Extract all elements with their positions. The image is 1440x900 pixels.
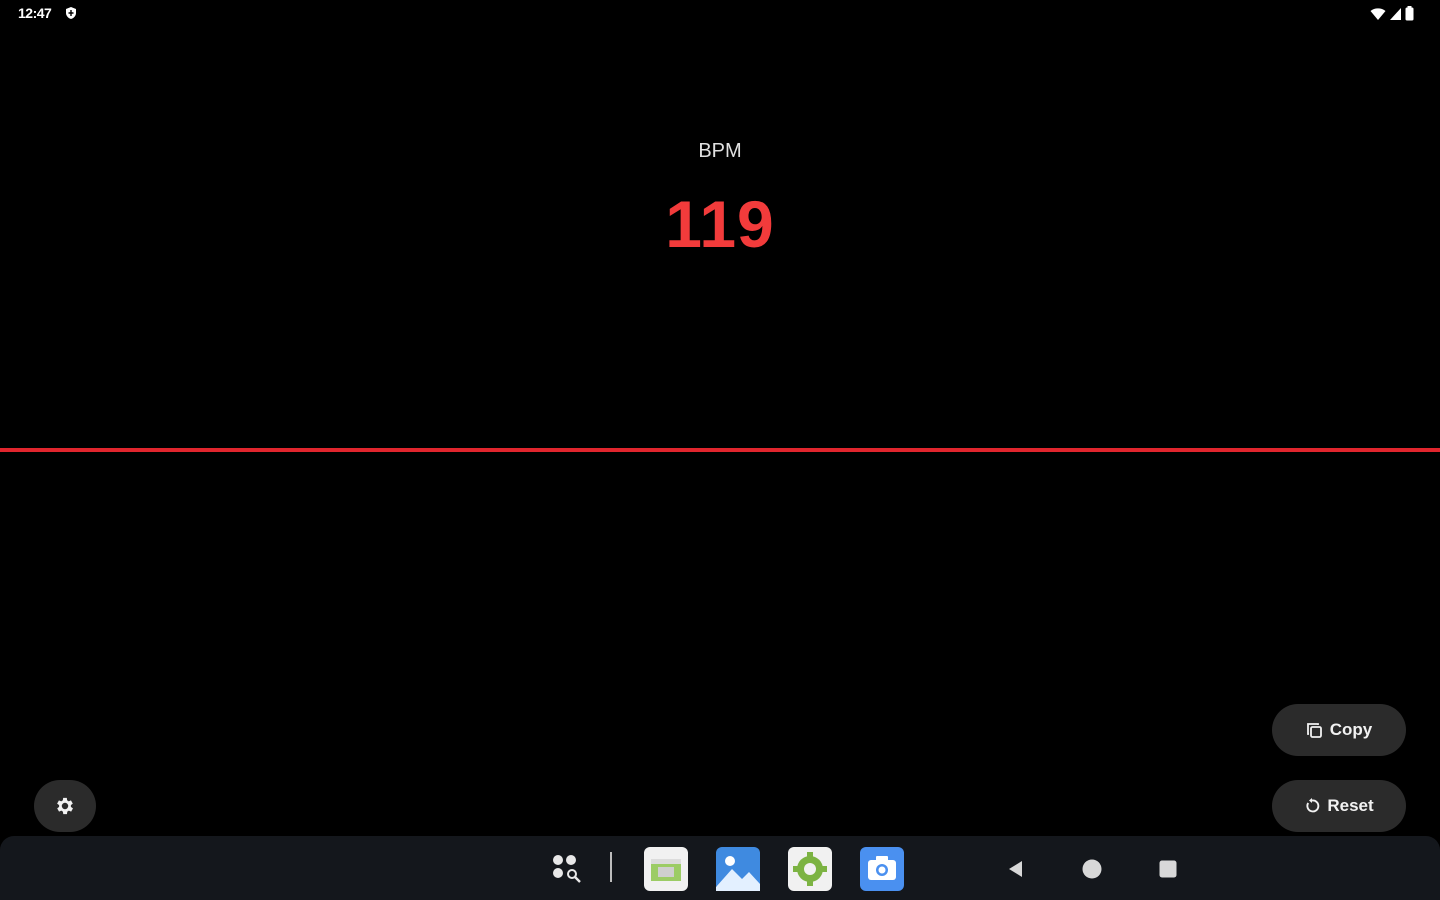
status-icons [1370,6,1414,21]
reset-button[interactable]: Reset [1272,780,1406,832]
copy-icon [1306,722,1322,738]
camera-app-icon[interactable] [860,847,904,891]
status-bar: 12:47 [0,0,1440,28]
app-screen: 12:47 BPM 119 Copy Reset [0,0,1440,900]
gear-icon [57,797,73,815]
home-icon [1082,859,1102,879]
gallery-app-icon[interactable] [716,847,760,891]
bpm-label: BPM [698,140,742,162]
gallery-icon [716,847,760,891]
android-settings-app-icon[interactable] [788,847,832,891]
nav-recents-button[interactable] [1152,854,1184,884]
reset-button-label: Reset [1327,796,1374,815]
android-gear-icon [788,847,832,891]
camera-icon [860,847,904,891]
reset-icon [1306,798,1320,813]
settings-button[interactable] [34,780,96,832]
apps-search-icon [553,855,581,883]
beat-line [0,448,1440,452]
copy-button-label: Copy [1329,720,1373,739]
all-apps-search-button[interactable] [546,850,586,886]
spreadsheet-icon [644,847,688,891]
shield-icon [66,7,76,19]
bpm-value: 119 [665,187,775,261]
wifi-icon [1370,7,1386,20]
copy-button[interactable]: Copy [1272,704,1406,756]
battery-icon [1405,6,1414,21]
taskbar [0,836,1440,900]
taskbar-divider [610,852,612,882]
nav-home-button[interactable] [1076,854,1108,884]
sheets-app-icon[interactable] [644,847,688,891]
signal-icon [1390,7,1401,20]
back-icon [1009,861,1022,877]
recents-icon [1159,860,1177,878]
status-time: 12:47 [18,5,52,21]
nav-back-button[interactable] [1000,854,1032,884]
